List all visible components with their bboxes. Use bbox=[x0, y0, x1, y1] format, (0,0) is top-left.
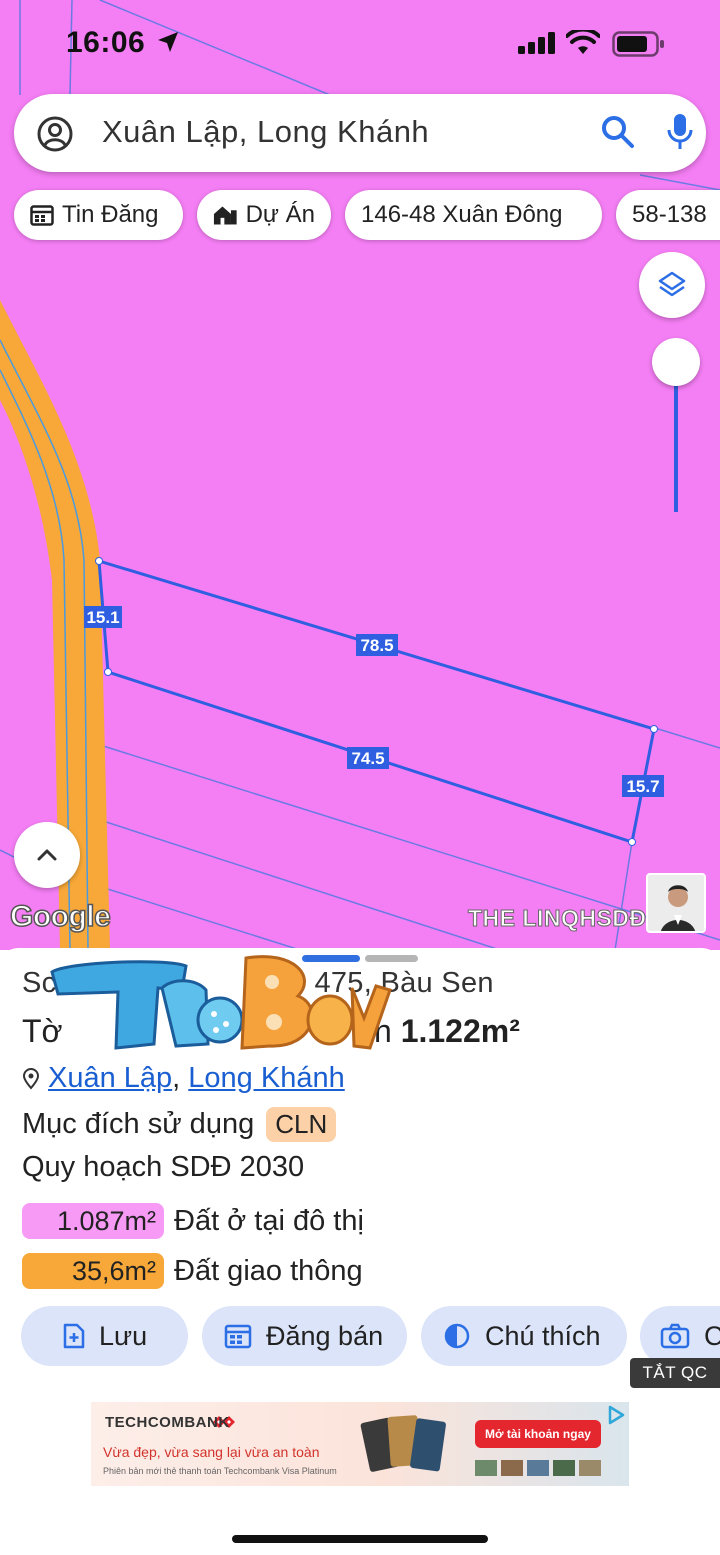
action-buttons: Lưu Đăng bán Chú thích C bbox=[0, 1306, 720, 1366]
wifi-icon bbox=[566, 30, 600, 54]
map-view[interactable]: 15.1 78.5 74.5 15.7 16:06 Xuân Lập, Long… bbox=[0, 0, 720, 950]
filter-chips: Tin Đăng Dự Án 146-48 Xuân Đông 58-138 bbox=[14, 190, 720, 240]
add-document-icon bbox=[63, 1323, 85, 1349]
ad-cta-button[interactable]: Mở tài khoản ngay bbox=[475, 1420, 601, 1448]
purpose-code-badge: CLN bbox=[266, 1107, 337, 1142]
chip-du-an[interactable]: Dự Án bbox=[197, 190, 331, 240]
save-button[interactable]: Lưu bbox=[21, 1306, 188, 1366]
plan-heading: Quy hoạch SDĐ 2030 bbox=[22, 1151, 305, 1183]
zone-label: Đất ở tại đô thị bbox=[174, 1204, 364, 1237]
battery-icon bbox=[612, 31, 664, 57]
camera-icon bbox=[660, 1323, 690, 1349]
ad-subline: Phiên bản mới thẻ thanh toán Techcombank… bbox=[103, 1466, 337, 1476]
purpose-label: Mục đích sử dụng bbox=[22, 1108, 255, 1140]
layers-icon bbox=[658, 271, 686, 297]
ad-banner[interactable]: TECHCOMBANK Vừa đẹp, vừa sang lại vừa an… bbox=[91, 1402, 629, 1486]
google-logo: Google bbox=[9, 899, 111, 934]
chip-label: Dự Án bbox=[245, 201, 315, 228]
parcel-location: Xuân Lập, Long Khánh bbox=[22, 1062, 345, 1095]
ad-brand: TECHCOMBANK bbox=[105, 1414, 230, 1431]
chip-tin-dang[interactable]: Tin Đăng bbox=[14, 190, 183, 240]
layers-button[interactable] bbox=[639, 252, 705, 318]
zone-row-residential: 1.087m² Đất ở tại đô thị bbox=[22, 1203, 364, 1239]
calendar-icon bbox=[30, 205, 54, 226]
sticker-logo bbox=[50, 955, 392, 1050]
chip-label: 146-48 Xuân Đông bbox=[361, 201, 563, 228]
map-pin-icon bbox=[22, 1067, 40, 1090]
search-bar[interactable]: Xuân Lập, Long Khánh bbox=[14, 94, 706, 172]
zone-row-traffic: 35,6m² Đất giao thông bbox=[22, 1253, 363, 1289]
legend-label: Chú thích bbox=[485, 1320, 601, 1351]
city-link[interactable]: Long Khánh bbox=[188, 1062, 344, 1094]
agent-avatar[interactable] bbox=[646, 873, 706, 933]
ad-headline: Vừa đẹp, vừa sang lại vừa an toàn bbox=[103, 1444, 320, 1460]
edge-label-east: 15.7 bbox=[626, 777, 659, 796]
camera-label: C bbox=[704, 1320, 720, 1351]
adchoices-icon[interactable] bbox=[605, 1404, 627, 1426]
zone-area: 1.087m² bbox=[22, 1203, 164, 1239]
location-arrow-icon bbox=[158, 32, 178, 52]
status-bar: 16:06 bbox=[0, 22, 720, 66]
edge-label-north: 78.5 bbox=[360, 636, 393, 655]
zone-area: 35,6m² bbox=[22, 1253, 164, 1289]
ad-thumbnails bbox=[475, 1460, 601, 1476]
close-ad-button[interactable]: TẮT QC bbox=[630, 1358, 720, 1388]
ward-link[interactable]: Xuân Lập bbox=[48, 1062, 172, 1094]
status-time: 16:06 bbox=[66, 26, 146, 59]
post-for-sale-label: Đăng bán bbox=[266, 1320, 384, 1351]
expand-panel-button[interactable] bbox=[14, 822, 80, 888]
search-input[interactable]: Xuân Lập, Long Khánh bbox=[102, 114, 429, 150]
microphone-icon[interactable] bbox=[666, 112, 694, 152]
chip-label: Tin Đăng bbox=[62, 201, 159, 228]
zone-label: Đất giao thông bbox=[174, 1254, 363, 1287]
chevron-up-icon bbox=[37, 849, 57, 861]
ad-cards-image bbox=[360, 1415, 446, 1472]
camera-button[interactable]: C bbox=[640, 1306, 720, 1366]
land-use-purpose: Mục đích sử dụng CLN bbox=[22, 1107, 337, 1142]
post-for-sale-button[interactable]: Đăng bán bbox=[202, 1306, 407, 1366]
search-icon[interactable] bbox=[600, 114, 636, 150]
chip-parcel-146-48[interactable]: 146-48 Xuân Đông bbox=[345, 190, 602, 240]
opacity-slider-handle[interactable] bbox=[652, 338, 700, 386]
chip-parcel-58-138[interactable]: 58-138 bbox=[616, 190, 720, 240]
cellular-signal-icon bbox=[518, 32, 555, 54]
legend-button[interactable]: Chú thích bbox=[421, 1306, 627, 1366]
edge-label-west: 15.1 bbox=[86, 608, 119, 627]
area-value: 1.122m² bbox=[400, 1013, 520, 1049]
chip-label: 58-138 bbox=[632, 201, 707, 228]
calendar-icon bbox=[224, 1324, 252, 1349]
contrast-icon bbox=[444, 1323, 470, 1349]
building-icon bbox=[213, 206, 237, 225]
account-icon[interactable] bbox=[36, 115, 74, 153]
home-indicator[interactable] bbox=[232, 1535, 488, 1543]
save-label: Lưu bbox=[99, 1320, 148, 1351]
edge-label-south: 74.5 bbox=[351, 749, 384, 768]
location-separator: , bbox=[172, 1062, 181, 1094]
